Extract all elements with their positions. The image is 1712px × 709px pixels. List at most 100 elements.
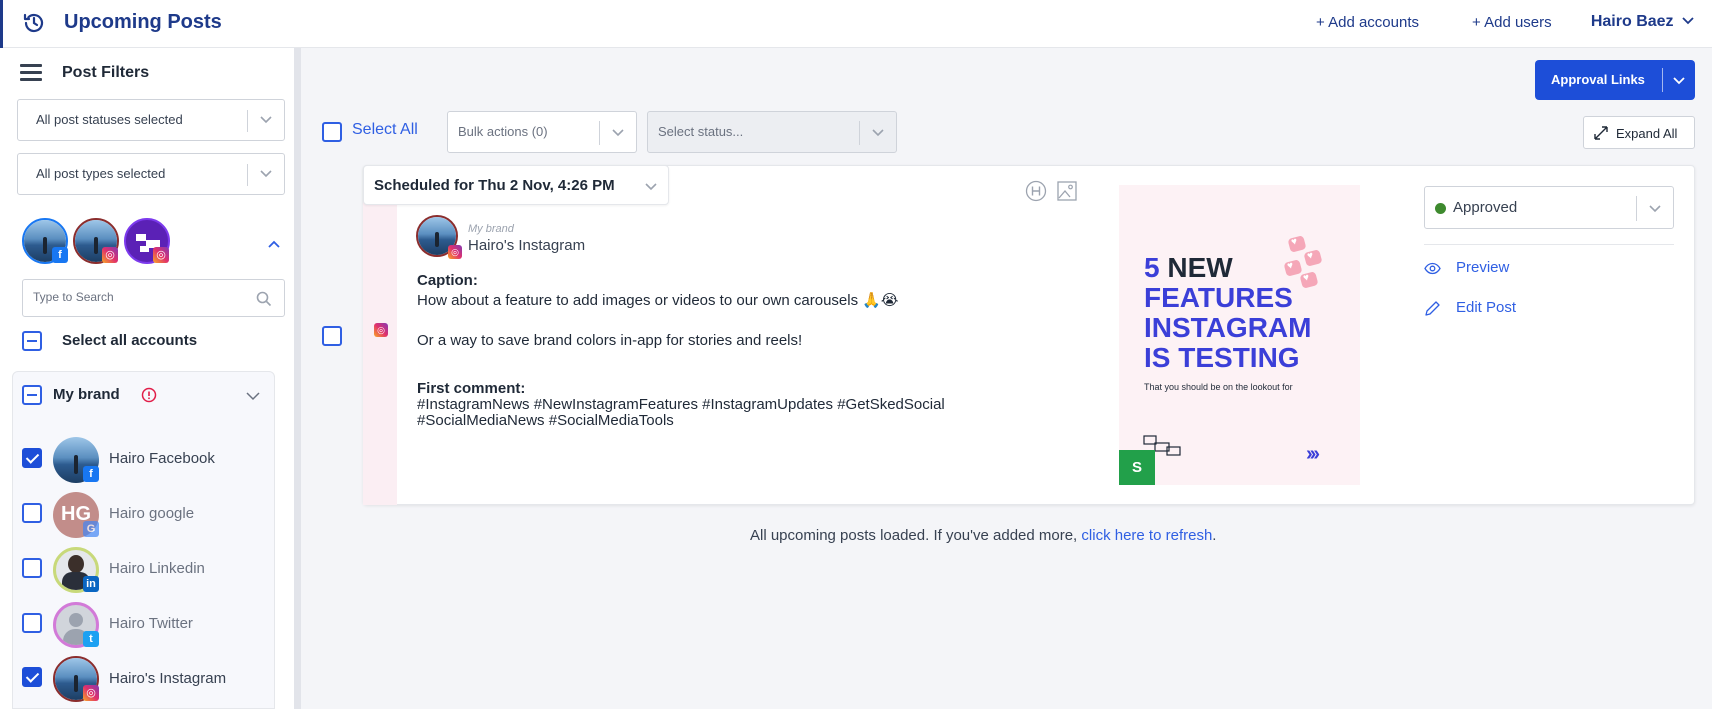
posts-loaded-message: All upcoming posts loaded. If you've add… — [750, 527, 1216, 544]
pencil-icon — [1425, 301, 1440, 316]
instagram-icon: ◎ — [374, 323, 388, 337]
linkedin-icon: in — [83, 576, 99, 592]
account-checkbox-twitter[interactable] — [22, 613, 42, 633]
image-arrows: ››› — [1306, 443, 1320, 465]
instagram-icon: ◎ — [102, 247, 118, 263]
expand-icon — [1594, 126, 1608, 140]
select-all-posts-label[interactable]: Select All — [352, 121, 418, 139]
account-name: Hairo Facebook — [109, 450, 215, 467]
twitter-icon: t — [83, 631, 99, 647]
select-all-posts-checkbox[interactable] — [322, 122, 342, 142]
add-accounts-link[interactable]: + Add accounts — [1316, 14, 1419, 31]
bulk-actions-value: Bulk actions (0) — [458, 124, 548, 139]
post-type-filter-value: All post types selected — [36, 166, 166, 181]
status-dot — [1435, 203, 1446, 214]
facebook-icon: f — [52, 247, 68, 263]
divider — [1424, 244, 1674, 245]
sidebar-title: Post Filters — [62, 64, 150, 81]
expand-all-button[interactable]: Expand All — [1583, 116, 1695, 149]
brand-group-card — [12, 371, 275, 709]
hashtag-h-icon[interactable] — [1025, 180, 1047, 202]
chevron-down-icon — [612, 129, 624, 137]
image-icon[interactable] — [1056, 180, 1078, 202]
post-type-filter[interactable]: All post types selected — [17, 153, 285, 195]
hamburger-menu-icon[interactable] — [20, 64, 42, 82]
account-checkbox-linkedin[interactable] — [22, 558, 42, 578]
refresh-link[interactable]: click here to refresh — [1081, 527, 1212, 544]
image-number: 5 — [1144, 252, 1160, 283]
select-all-accounts-checkbox[interactable] — [22, 331, 42, 351]
caption-text-line: How about a feature to add images or vid… — [417, 292, 899, 309]
user-name: Hairo Baez — [1590, 13, 1674, 30]
post-checkbox[interactable] — [322, 326, 342, 346]
sked-badge: S — [1119, 450, 1155, 485]
account-search[interactable] — [22, 279, 285, 317]
post-image-preview[interactable]: 5 NEW FEATURES INSTAGRAM IS TESTING That… — [1119, 185, 1360, 485]
chevron-down-icon — [1682, 17, 1694, 25]
post-account-name: Hairo's Instagram — [468, 237, 586, 254]
instagram-icon: ◎ — [448, 245, 462, 259]
first-comment-line: #InstagramNews #NewInstagramFeatures #In… — [417, 396, 945, 413]
post-network-strip — [363, 200, 397, 505]
caption-label: Caption: — [417, 272, 478, 289]
image-headline-line: FEATURES — [1144, 282, 1293, 313]
account-name: Hairo Linkedin — [109, 560, 205, 577]
chevron-down-icon[interactable] — [246, 389, 260, 403]
chevron-up-icon[interactable] — [268, 240, 280, 250]
expand-all-label: Expand All — [1616, 126, 1678, 141]
preview-label: Preview — [1456, 259, 1510, 276]
account-checkbox-google[interactable] — [22, 503, 42, 523]
top-bar: Upcoming Posts + Add accounts + Add user… — [0, 0, 1712, 48]
bulk-actions-dropdown[interactable]: Bulk actions (0) — [447, 111, 637, 153]
brand-group-name: My brand — [53, 386, 120, 403]
chevron-down-icon[interactable] — [1673, 74, 1685, 86]
image-headline: 5 NEW FEATURES INSTAGRAM IS TESTING — [1144, 253, 1311, 373]
caption-text-line: Or a way to save brand colors in-app for… — [417, 332, 803, 349]
post-status-filter-value: All post statuses selected — [36, 112, 183, 127]
edit-post-label: Edit Post — [1456, 299, 1517, 316]
first-comment-label: First comment: — [417, 380, 526, 397]
first-comment-line: #SocialMediaNews #SocialMediaTools — [417, 412, 674, 429]
chevron-down-icon — [645, 183, 657, 191]
chevron-down-icon — [872, 129, 884, 137]
user-menu[interactable]: Hairo Baez — [1591, 13, 1694, 31]
google-icon: G — [83, 521, 99, 537]
account-search-input[interactable] — [33, 290, 253, 304]
approval-links-button[interactable]: Approval Links — [1535, 60, 1695, 100]
approval-links-label: Approval Links — [1551, 72, 1645, 87]
account-checkbox-facebook[interactable] — [22, 448, 42, 468]
posts-loaded-text: All upcoming posts loaded. If you've add… — [750, 527, 1082, 544]
image-headline-line: INSTAGRAM — [1144, 312, 1312, 343]
image-subtitle: That you should be on the lookout for — [1144, 382, 1293, 392]
chevron-down-icon — [260, 116, 272, 124]
image-headline-line: IS TESTING — [1144, 342, 1300, 373]
eye-icon — [1424, 262, 1441, 275]
instagram-icon: ◎ — [83, 685, 99, 701]
sidebar-scrollbar[interactable] — [294, 48, 301, 709]
account-name: Hairo Twitter — [109, 615, 193, 632]
warning-icon[interactable] — [141, 387, 157, 403]
facebook-icon: f — [83, 466, 99, 482]
status-select[interactable]: Select status... — [647, 111, 897, 153]
post-brand-name: My brand — [468, 223, 514, 235]
history-icon — [23, 13, 44, 33]
chevron-down-icon — [1649, 205, 1661, 213]
account-name: Hairo's Instagram — [109, 670, 227, 687]
page-title: Upcoming Posts — [64, 11, 222, 33]
post-status-value: Approved — [1453, 199, 1518, 216]
account-name: Hairo google — [109, 505, 195, 522]
search-icon — [256, 291, 272, 307]
scheduled-time-label: Scheduled for Thu 2 Nov, 4:26 PM — [374, 177, 615, 194]
post-status-filter[interactable]: All post statuses selected — [17, 99, 285, 141]
chevron-down-icon — [260, 170, 272, 178]
instagram-icon: ◎ — [153, 247, 169, 263]
brand-group-checkbox[interactable] — [22, 385, 42, 405]
account-checkbox-instagram[interactable] — [22, 667, 42, 687]
posts-loaded-end: . — [1212, 527, 1217, 544]
select-all-accounts-label: Select all accounts — [62, 332, 198, 349]
image-word-new: NEW — [1167, 252, 1233, 283]
post-status-dropdown[interactable]: Approved — [1424, 186, 1674, 229]
add-users-link[interactable]: + Add users — [1472, 14, 1552, 31]
scheduled-time-dropdown[interactable]: Scheduled for Thu 2 Nov, 4:26 PM — [363, 165, 669, 205]
status-select-placeholder: Select status... — [658, 124, 744, 139]
